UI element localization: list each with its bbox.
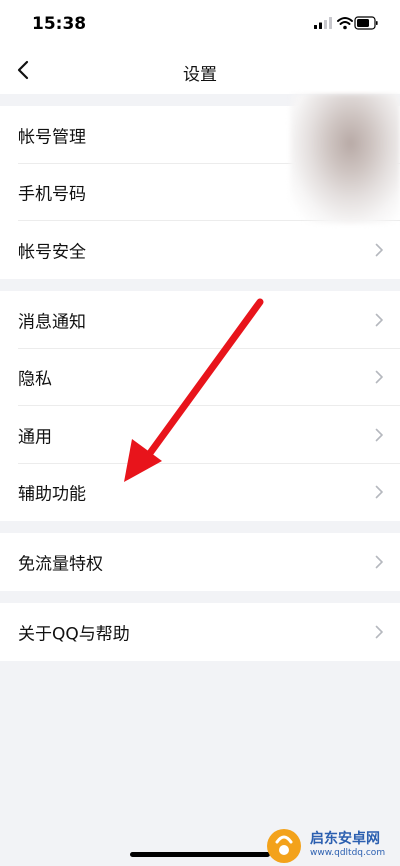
chevron-right-icon (375, 243, 383, 257)
settings-item-about-help[interactable]: 关于QQ与帮助 (0, 603, 400, 661)
status-bar: 15:38 (0, 0, 400, 48)
settings-item-privacy[interactable]: 隐私 (0, 349, 400, 406)
settings-item-accessibility[interactable]: 辅助功能 (0, 464, 400, 522)
chevron-right-icon (375, 485, 383, 499)
about-group: 关于QQ与帮助 (0, 603, 400, 661)
chevron-right-icon (375, 625, 383, 639)
settings-item-general[interactable]: 通用 (0, 406, 400, 464)
watermark-logo-icon (267, 829, 301, 863)
settings-item-label: 帐号管理 (18, 127, 86, 148)
chevron-right-icon (375, 555, 383, 569)
battery-icon (354, 16, 378, 30)
settings-item-label: 隐私 (18, 369, 52, 390)
settings-item-label: 手机号码 (18, 184, 86, 205)
general-group: 消息通知 隐私 通用 辅助功能 (0, 291, 400, 521)
settings-item-notifications[interactable]: 消息通知 (0, 291, 400, 349)
chevron-right-icon (375, 428, 383, 442)
home-indicator (130, 852, 270, 857)
status-icons (314, 15, 378, 34)
watermark-url: www.qdltdq.com (310, 848, 386, 858)
status-time: 15:38 (32, 14, 87, 34)
settings-item-label: 辅助功能 (18, 484, 86, 505)
settings-item-label: 帐号安全 (18, 242, 86, 263)
chevron-right-icon (375, 370, 383, 384)
settings-item-free-data[interactable]: 免流量特权 (0, 533, 400, 591)
settings-item-account-security[interactable]: 帐号安全 (0, 221, 400, 279)
wifi-icon (337, 17, 353, 30)
signal-icon (314, 17, 332, 29)
avatar[interactable] (290, 94, 400, 224)
nav-bar: 设置 (0, 48, 400, 94)
chevron-right-icon (375, 313, 383, 327)
watermark: 启东安卓网 www.qdltdq.com (262, 826, 400, 866)
settings-item-label: 消息通知 (18, 312, 86, 333)
settings-item-label: 免流量特权 (18, 554, 103, 575)
data-plan-group: 免流量特权 (0, 533, 400, 591)
settings-item-label: 关于QQ与帮助 (18, 624, 130, 645)
settings-item-label: 通用 (18, 427, 52, 448)
page-title: 设置 (183, 65, 217, 85)
watermark-title: 启东安卓网 (310, 831, 380, 847)
